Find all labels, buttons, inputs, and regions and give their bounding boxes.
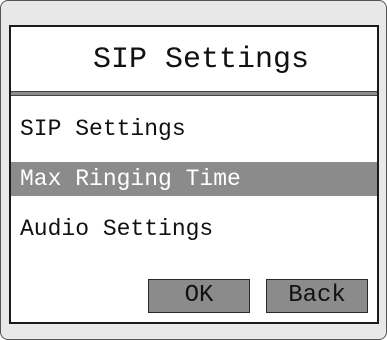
menu-item-sip-settings[interactable]: SIP Settings: [11, 112, 377, 146]
page-title: SIP Settings: [92, 43, 310, 77]
menu-item-max-ringing-time[interactable]: Max Ringing Time: [11, 162, 377, 196]
phone-device: SIP Settings SIP Settings Max Ringing Ti…: [0, 0, 387, 340]
back-button[interactable]: Back: [266, 279, 368, 313]
ok-button[interactable]: OK: [148, 279, 250, 313]
lcd-screen: SIP Settings SIP Settings Max Ringing Ti…: [9, 25, 379, 324]
menu-item-audio-settings[interactable]: Audio Settings: [11, 212, 377, 246]
title-divider: [11, 91, 377, 96]
